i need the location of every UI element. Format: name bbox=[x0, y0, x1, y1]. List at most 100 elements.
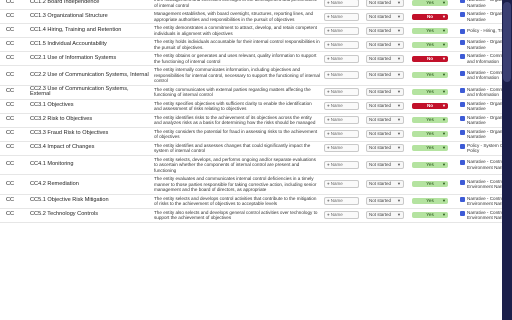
control-description: The entity obtains or generates and uses… bbox=[154, 53, 317, 64]
table-row[interactable]: CC CC2.3 Use of Communication Systems, E… bbox=[0, 85, 502, 100]
table-row[interactable]: CC CC3.1 Objectives The entity specifies… bbox=[0, 99, 502, 114]
status-dropdown[interactable]: Not started ▼ bbox=[366, 197, 404, 205]
scrollbar-thumb[interactable] bbox=[503, 2, 511, 82]
table-row[interactable]: CC CC5.2 Technology Controls The entity … bbox=[0, 208, 502, 223]
narrative-label: Narrative - Organizational Narrative bbox=[467, 100, 502, 112]
owner-picker[interactable]: ●Name bbox=[324, 160, 359, 169]
chevron-down-icon: ▼ bbox=[397, 13, 401, 19]
narrative-link[interactable]: Narrative - Control Environment Narrativ… bbox=[460, 179, 502, 190]
owner-picker[interactable]: ●Name bbox=[324, 102, 359, 110]
owner-picker[interactable]: ●Name bbox=[324, 0, 359, 7]
table-row[interactable]: CC CC4.2 Remediation The entity evaluate… bbox=[0, 174, 502, 195]
effectiveness-dropdown[interactable]: Yes ▼ bbox=[412, 72, 448, 79]
table-row[interactable]: CC CC2.2 Use of Communication Systems, I… bbox=[0, 65, 502, 86]
narrative-link[interactable]: Narrative - Communication and Informatio… bbox=[460, 53, 502, 64]
narrative-link[interactable]: Narrative - Organizational Narrative bbox=[460, 39, 502, 50]
owner-picker[interactable]: ●Name bbox=[324, 71, 359, 80]
effectiveness-dropdown[interactable]: Yes ▼ bbox=[412, 145, 448, 151]
chevron-down-icon: ▼ bbox=[442, 72, 446, 78]
description-cell: from management and exercises oversight … bbox=[152, 0, 322, 10]
description-cell: The entity also selects and develops gen… bbox=[152, 208, 322, 223]
narrative-link[interactable]: Narrative - Control Environment Narrativ… bbox=[460, 159, 502, 170]
owner-picker[interactable]: ●Name bbox=[324, 130, 359, 138]
status-dropdown[interactable]: Not started ▼ bbox=[366, 211, 404, 219]
owner-picker[interactable]: ●Name bbox=[324, 54, 359, 63]
effectiveness-dropdown[interactable]: No ▼ bbox=[412, 55, 448, 62]
narrative-link[interactable]: Narrative - Control Environment Narrativ… bbox=[460, 196, 502, 207]
table-row[interactable]: CC CC1.2 Board Independence from managem… bbox=[0, 0, 502, 10]
owner-picker[interactable]: ●Name bbox=[324, 40, 359, 49]
narrative-link[interactable]: Narrative - Organizational Narrative bbox=[460, 129, 502, 140]
person-icon: ● bbox=[327, 13, 330, 19]
table-row[interactable]: CC CC2.1 Use of Information Systems The … bbox=[0, 51, 502, 66]
narrative-link[interactable]: Narrative - Organizational Narrative bbox=[460, 11, 502, 22]
narrative-link[interactable]: Narrative - Communication and Informatio… bbox=[460, 87, 502, 98]
effectiveness-dropdown[interactable]: Yes ▼ bbox=[412, 41, 448, 48]
document-icon bbox=[460, 196, 465, 202]
effectiveness-dropdown[interactable]: Yes ▼ bbox=[412, 27, 448, 34]
status-dropdown[interactable]: Not started ▼ bbox=[366, 40, 404, 49]
narrative-link[interactable]: Narrative - Control Environment Narrativ… bbox=[460, 210, 502, 221]
owner-picker[interactable]: ●Name bbox=[324, 197, 359, 205]
narrative-link[interactable]: Narrative - Organizational Narrative bbox=[460, 115, 502, 126]
narrative-link[interactable]: Policy - System Change Policy bbox=[460, 143, 502, 154]
effectiveness-dropdown[interactable]: No ▼ bbox=[412, 103, 448, 109]
effectiveness-dropdown[interactable]: Yes ▼ bbox=[412, 0, 448, 6]
owner-picker[interactable]: ●Name bbox=[324, 12, 359, 21]
control-name-cell: CC3.1 Objectives bbox=[28, 99, 152, 114]
narrative-label: Narrative - Control Environment Narrativ… bbox=[467, 159, 502, 170]
table-row[interactable]: CC CC1.5 Individual Accountability The e… bbox=[0, 37, 502, 52]
category-cell: CC bbox=[0, 85, 28, 100]
narrative-link[interactable]: Narrative - Organizational Narrative bbox=[460, 0, 502, 8]
effectiveness-dropdown[interactable]: No ▼ bbox=[412, 13, 448, 20]
table-row[interactable]: CC CC4.1 Monitoring The entity selects, … bbox=[0, 155, 502, 175]
person-icon: ● bbox=[327, 27, 330, 33]
chevron-down-icon: ▼ bbox=[397, 212, 401, 217]
category-label: CC bbox=[6, 144, 15, 151]
table-row[interactable]: CC CC5.1 Objective Risk Mitigation The e… bbox=[0, 194, 502, 209]
effectiveness-dropdown[interactable]: Yes ▼ bbox=[412, 181, 448, 188]
table-row[interactable]: CC CC1.4 Hiring, Training and Retention … bbox=[0, 23, 502, 38]
status-dropdown[interactable]: Not started ▼ bbox=[366, 88, 404, 96]
effectiveness-dropdown[interactable]: Yes ▼ bbox=[412, 117, 448, 123]
status-dropdown[interactable]: Not started ▼ bbox=[366, 144, 404, 152]
owner-picker[interactable]: ●Name bbox=[324, 144, 359, 152]
effectiveness-cell: Yes ▼ bbox=[410, 174, 458, 195]
status-dropdown[interactable]: Not started ▼ bbox=[366, 130, 404, 138]
owner-picker[interactable]: ●Name bbox=[324, 88, 359, 96]
control-name: CC3.4 Impact of Changes bbox=[30, 144, 95, 151]
effectiveness-dropdown[interactable]: Yes ▼ bbox=[412, 131, 448, 137]
narrative-link[interactable]: Narrative - Communication and Informatio… bbox=[460, 70, 502, 81]
owner-picker[interactable]: ●Name bbox=[324, 211, 359, 219]
owner-picker[interactable]: ●Name bbox=[324, 116, 359, 124]
effectiveness-dropdown[interactable]: Yes ▼ bbox=[412, 212, 448, 218]
effectiveness-cell: Yes ▼ bbox=[410, 37, 458, 52]
effectiveness-label: Yes bbox=[426, 41, 434, 47]
status-dropdown[interactable]: Not started ▼ bbox=[366, 12, 404, 21]
narrative-link[interactable]: Policy - Hiring, Training Policy bbox=[460, 28, 502, 34]
narrative-link[interactable]: Narrative - Organizational Narrative bbox=[460, 101, 502, 112]
person-icon: ● bbox=[327, 198, 330, 203]
table-row[interactable]: CC CC3.3 Fraud Risk to Objectives The en… bbox=[0, 127, 502, 142]
status-dropdown[interactable]: Not started ▼ bbox=[366, 26, 404, 35]
status-dropdown[interactable]: Not started ▼ bbox=[366, 160, 404, 169]
owner-picker[interactable]: ●Name bbox=[324, 26, 359, 35]
status-dropdown[interactable]: Not started ▼ bbox=[366, 71, 404, 80]
status-cell: Not started ▼ bbox=[364, 127, 410, 142]
effectiveness-dropdown[interactable]: Yes ▼ bbox=[412, 161, 448, 168]
person-icon: ● bbox=[327, 89, 330, 94]
status-dropdown[interactable]: Not started ▼ bbox=[366, 54, 404, 63]
table-row[interactable]: CC CC3.4 Impact of Changes The entity id… bbox=[0, 141, 502, 156]
table-row[interactable]: CC CC1.3 Organizational Structure Manage… bbox=[0, 9, 502, 24]
owner-picker[interactable]: ●Name bbox=[324, 180, 359, 189]
description-cell: Management establishes, with board overs… bbox=[152, 9, 322, 24]
status-dropdown[interactable]: Not started ▼ bbox=[366, 116, 404, 124]
status-dropdown[interactable]: Not started ▼ bbox=[366, 180, 404, 189]
owner-label: Name bbox=[330, 13, 343, 19]
status-dropdown[interactable]: Not started ▼ bbox=[366, 102, 404, 110]
effectiveness-dropdown[interactable]: Yes ▼ bbox=[412, 89, 448, 95]
effectiveness-dropdown[interactable]: Yes ▼ bbox=[412, 198, 448, 204]
table-row[interactable]: CC CC3.2 Risk to Objectives The entity i… bbox=[0, 113, 502, 128]
status-dropdown[interactable]: Not started ▼ bbox=[366, 0, 404, 7]
chevron-down-icon: ▼ bbox=[442, 41, 446, 47]
